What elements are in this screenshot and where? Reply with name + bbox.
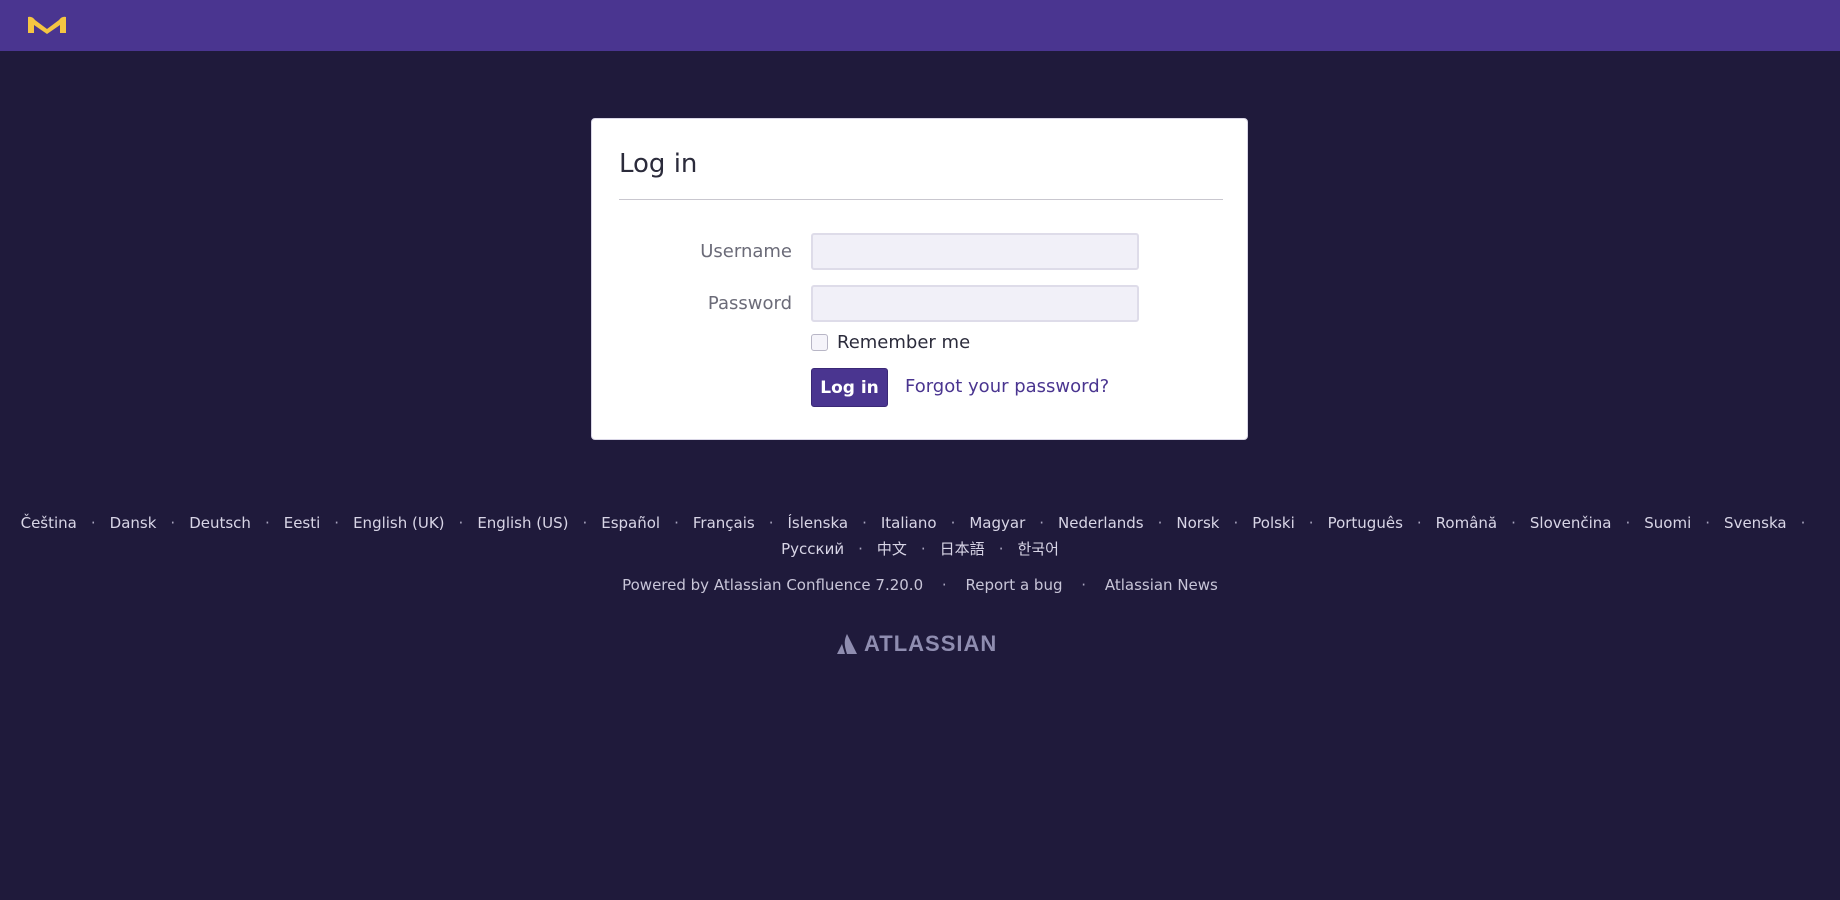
language-link[interactable]: 中文: [877, 540, 907, 558]
language-separator: ·: [920, 540, 926, 558]
language-link[interactable]: Svenska: [1724, 514, 1787, 532]
language-link[interactable]: Français: [693, 514, 755, 532]
language-separator: ·: [1157, 514, 1163, 532]
atlassian-news-link[interactable]: Atlassian News: [1105, 576, 1218, 594]
language-separator: ·: [1800, 514, 1806, 532]
login-title: Log in: [619, 149, 698, 179]
language-separator: ·: [170, 514, 176, 532]
footer-links: Powered by Atlassian Confluence 7.20.0 ·…: [0, 576, 1840, 594]
language-link[interactable]: 한국어: [1017, 540, 1058, 558]
username-label: Username: [700, 241, 792, 262]
powered-by-link[interactable]: Powered by Atlassian Confluence 7.20.0: [622, 576, 923, 594]
report-bug-link[interactable]: Report a bug: [965, 576, 1062, 594]
language-separator: ·: [458, 514, 464, 532]
atlassian-wordmark: ATLASSIAN: [864, 631, 998, 656]
language-separator: ·: [1416, 514, 1422, 532]
language-link[interactable]: Eesti: [284, 514, 321, 532]
language-separator: ·: [1233, 514, 1239, 532]
language-link[interactable]: English (US): [477, 514, 568, 532]
language-separator: ·: [1039, 514, 1045, 532]
language-link[interactable]: Norsk: [1176, 514, 1219, 532]
home-logo-link[interactable]: [26, 14, 68, 36]
language-link[interactable]: Suomi: [1644, 514, 1691, 532]
footer-separator: ·: [1081, 576, 1087, 594]
remember-me-checkbox[interactable]: [811, 334, 828, 351]
username-input[interactable]: [811, 233, 1139, 270]
language-selector: Čeština · Dansk · Deutsch · Eesti · English (UK)…: [0, 510, 1840, 562]
language-separator: ·: [674, 514, 679, 532]
login-button[interactable]: Log in: [811, 368, 888, 407]
language-separator: ·: [1625, 514, 1631, 532]
language-separator: ·: [334, 514, 340, 532]
m-brand-logo-icon: [28, 16, 66, 34]
top-navigation-bar: [0, 0, 1840, 51]
password-label: Password: [707, 293, 792, 314]
language-link[interactable]: Slovenčina: [1530, 514, 1612, 532]
language-separator: ·: [264, 514, 270, 532]
language-link[interactable]: English (UK): [353, 514, 444, 532]
language-link[interactable]: Română: [1436, 514, 1497, 532]
language-link[interactable]: Español: [601, 514, 660, 532]
language-separator: ·: [998, 540, 1004, 558]
language-separator: ·: [582, 514, 588, 532]
language-separator: ·: [950, 514, 956, 532]
atlassian-brand-link[interactable]: ATLASSIAN: [836, 631, 998, 656]
remember-me-label[interactable]: Remember me: [837, 332, 970, 353]
login-card: Log in Username Password Remember me Log…: [591, 118, 1248, 440]
language-link[interactable]: Deutsch: [189, 514, 251, 532]
footer-separator: ·: [941, 576, 947, 594]
password-input[interactable]: [811, 285, 1139, 322]
language-link[interactable]: Dansk: [110, 514, 157, 532]
language-link[interactable]: Русский: [781, 540, 844, 558]
forgot-password-link[interactable]: Forgot your password?: [905, 376, 1109, 397]
language-link[interactable]: Magyar: [969, 514, 1025, 532]
language-link[interactable]: Nederlands: [1058, 514, 1144, 532]
language-separator: ·: [1705, 514, 1711, 532]
language-row: Čeština · Dansk · Deutsch · Eesti · English (UK)…: [0, 510, 1840, 536]
atlassian-logo-icon: [837, 634, 857, 654]
language-link[interactable]: Čeština: [21, 514, 77, 532]
language-link[interactable]: Português: [1328, 514, 1403, 532]
language-link[interactable]: Italiano: [881, 514, 937, 532]
language-separator: ·: [858, 540, 863, 558]
language-link[interactable]: Polski: [1252, 514, 1295, 532]
language-link[interactable]: Íslenska: [787, 514, 848, 532]
language-separator: ·: [1308, 514, 1314, 532]
language-separator: ·: [862, 514, 867, 532]
language-separator: ·: [768, 514, 774, 532]
language-link[interactable]: 日本語: [940, 540, 985, 558]
title-divider: [619, 199, 1223, 200]
language-separator: ·: [90, 514, 96, 532]
language-row: Русский · 中文 · 日本語 · 한국어: [0, 536, 1840, 562]
language-separator: ·: [1511, 514, 1516, 532]
